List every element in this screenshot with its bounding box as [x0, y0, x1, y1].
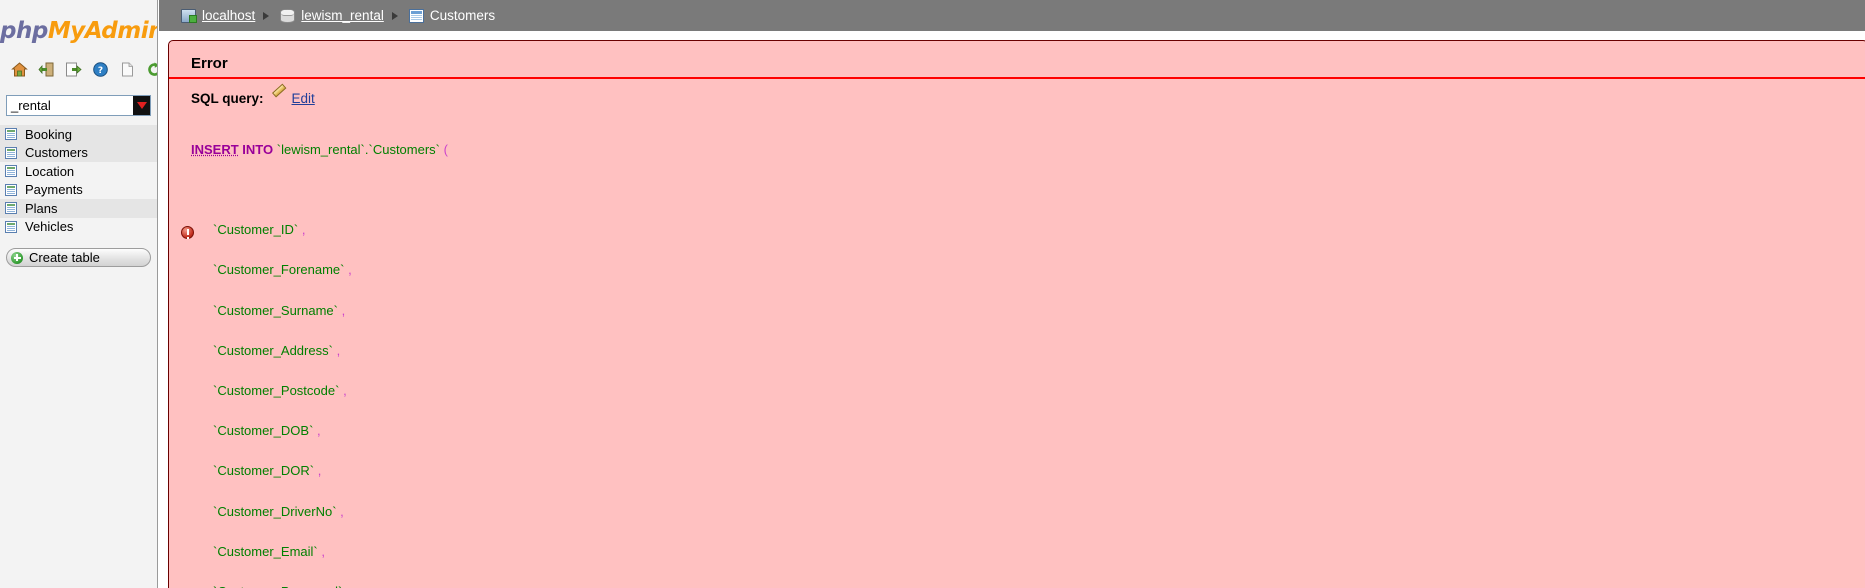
sidebar-item-label: Payments — [25, 182, 83, 198]
sql-query-header: SQL query: Edit — [169, 79, 1865, 106]
top-bar: localhost lewism_rental Customers — [159, 0, 1865, 31]
sql-query-label: SQL query: — [191, 91, 264, 106]
breadcrumb-item-database[interactable]: lewism_rental — [280, 8, 384, 23]
sql-comma: , — [340, 503, 344, 519]
sql-keyword-into: INTO — [242, 141, 274, 157]
export-icon[interactable] — [65, 61, 82, 78]
sql-line-insert: INSERT INTO `lewism_rental`.`Customers` … — [191, 143, 1865, 156]
sql-column-line: `Customer_ID` , — [191, 223, 1865, 236]
sql-column-name: `Customer_DriverNo` — [213, 503, 337, 519]
breadcrumb-item-table[interactable]: Customers — [408, 8, 496, 23]
sql-column-line: `Customer_Email` , — [191, 545, 1865, 558]
svg-text:?: ? — [98, 66, 103, 76]
sql-column-name: `Customer_DOB` — [213, 423, 314, 439]
database-selector-wrap: _rental — [0, 95, 157, 116]
sql-column-line: `Customer_DriverNo` , — [191, 503, 1865, 519]
error-title: Error — [169, 51, 1865, 79]
sidebar-item-label: Customers — [25, 145, 88, 161]
database-icon — [280, 8, 296, 23]
sql-column-name: `Customer_Postcode` — [213, 383, 340, 399]
sql-target: `lewism_rental`.`Customers` — [276, 141, 440, 157]
reload-icon[interactable] — [146, 61, 157, 78]
breadcrumb-item-server[interactable]: localhost — [181, 8, 255, 23]
sql-column-name: `Customer_DOR` — [213, 463, 315, 479]
sql-keyword-insert: INSERT — [191, 141, 239, 157]
table-icon — [5, 183, 17, 196]
database-select-value: _rental — [11, 98, 51, 113]
error-exclamation-icon — [181, 226, 194, 239]
sidebar-item-label: Location — [25, 163, 75, 179]
sql-comma: , — [321, 543, 325, 559]
sql-comma: , — [301, 222, 306, 238]
sql-column-line: `Customer_Postcode` , — [191, 384, 1865, 397]
sql-column-name: `Customer_ID` — [213, 222, 299, 238]
breadcrumb-label: localhost — [202, 8, 256, 23]
help-icon[interactable]: ? — [92, 61, 109, 78]
sidebar-item-label: Plans — [25, 200, 58, 216]
sql-column-name: `Customer_Surname` — [213, 302, 338, 318]
sidebar-item-location[interactable]: Location — [0, 162, 157, 181]
sql-comma: , — [348, 262, 352, 278]
database-select[interactable]: _rental — [6, 95, 151, 116]
sql-column-name: `Customer_Email` — [213, 543, 318, 559]
phpmyadmin-logo[interactable]: phpMyAdmin — [0, 18, 157, 44]
server-icon — [181, 8, 197, 23]
table-icon — [408, 8, 424, 23]
table-icon — [5, 165, 17, 178]
table-list: Booking Customers Location Payments Plan… — [0, 125, 157, 236]
error-panel: Error SQL query: Edit INSERT INTO `lewis… — [168, 40, 1865, 588]
table-icon — [5, 128, 17, 141]
sql-column-line: `Customer_DOB` , — [191, 424, 1865, 437]
sidebar-item-vehicles[interactable]: Vehicles — [0, 218, 157, 237]
sql-column-name: `Customer_Password` — [213, 584, 342, 588]
create-table-label: Create table — [29, 250, 100, 265]
logo-myadmin-text: MyAdmin — [47, 18, 158, 44]
pencil-icon[interactable] — [271, 92, 285, 106]
sql-column-line: `Customer_Surname` , — [191, 302, 1865, 318]
edit-link[interactable]: Edit — [292, 91, 315, 106]
breadcrumb: localhost lewism_rental Customers — [159, 0, 1865, 31]
plus-circle-icon — [11, 251, 23, 264]
table-icon — [5, 202, 17, 215]
breadcrumb-label: lewism_rental — [301, 8, 384, 23]
sql-query-block: INSERT INTO `lewism_rental`.`Customers` … — [169, 106, 1865, 588]
sql-blank-line — [191, 183, 1865, 196]
create-table-button[interactable]: Create table — [6, 248, 151, 267]
phpmyadmin-page: phpMyAdmin ? _rental Booking Customers L… — [0, 0, 1865, 588]
table-icon — [5, 146, 17, 159]
sidebar-item-label: Vehicles — [25, 219, 74, 235]
sql-column-line: `Customer_Forename` , — [191, 263, 1865, 276]
sql-column-line: `Customer_Address` , — [191, 344, 1865, 357]
page-icon[interactable] — [119, 61, 136, 78]
breadcrumb-separator-icon — [391, 11, 398, 20]
logout-icon[interactable] — [38, 61, 55, 78]
sidebar-item-label: Booking — [25, 126, 72, 142]
sql-comma: , — [341, 302, 346, 318]
sql-comma: , — [317, 423, 321, 439]
home-icon[interactable] — [11, 61, 28, 78]
sidebar: phpMyAdmin ? _rental Booking Customers L… — [0, 0, 158, 588]
breadcrumb-separator-icon — [263, 11, 270, 20]
sql-column-name: `Customer_Address` — [213, 342, 333, 358]
sql-comma: , — [336, 342, 341, 358]
sql-comma: , — [343, 383, 347, 399]
sql-comma: , — [317, 463, 322, 479]
sql-column-name: `Customer_Forename` — [213, 262, 345, 278]
chevron-down-icon[interactable] — [133, 96, 150, 115]
breadcrumb-label: Customers — [429, 8, 496, 23]
sidebar-icon-toolbar: ? — [0, 58, 157, 80]
sidebar-item-plans[interactable]: Plans — [0, 199, 157, 218]
sidebar-item-booking[interactable]: Booking — [0, 125, 157, 144]
main-content: Error SQL query: Edit INSERT INTO `lewis… — [159, 31, 1865, 588]
table-icon — [5, 220, 17, 233]
logo-php-text: php — [0, 18, 48, 44]
sql-comma: , — [346, 584, 350, 588]
sidebar-item-customers[interactable]: Customers — [0, 143, 157, 162]
sql-open-paren: ( — [443, 141, 448, 157]
sidebar-item-payments[interactable]: Payments — [0, 181, 157, 200]
sql-column-line: `Customer_DOR` , — [191, 464, 1865, 477]
